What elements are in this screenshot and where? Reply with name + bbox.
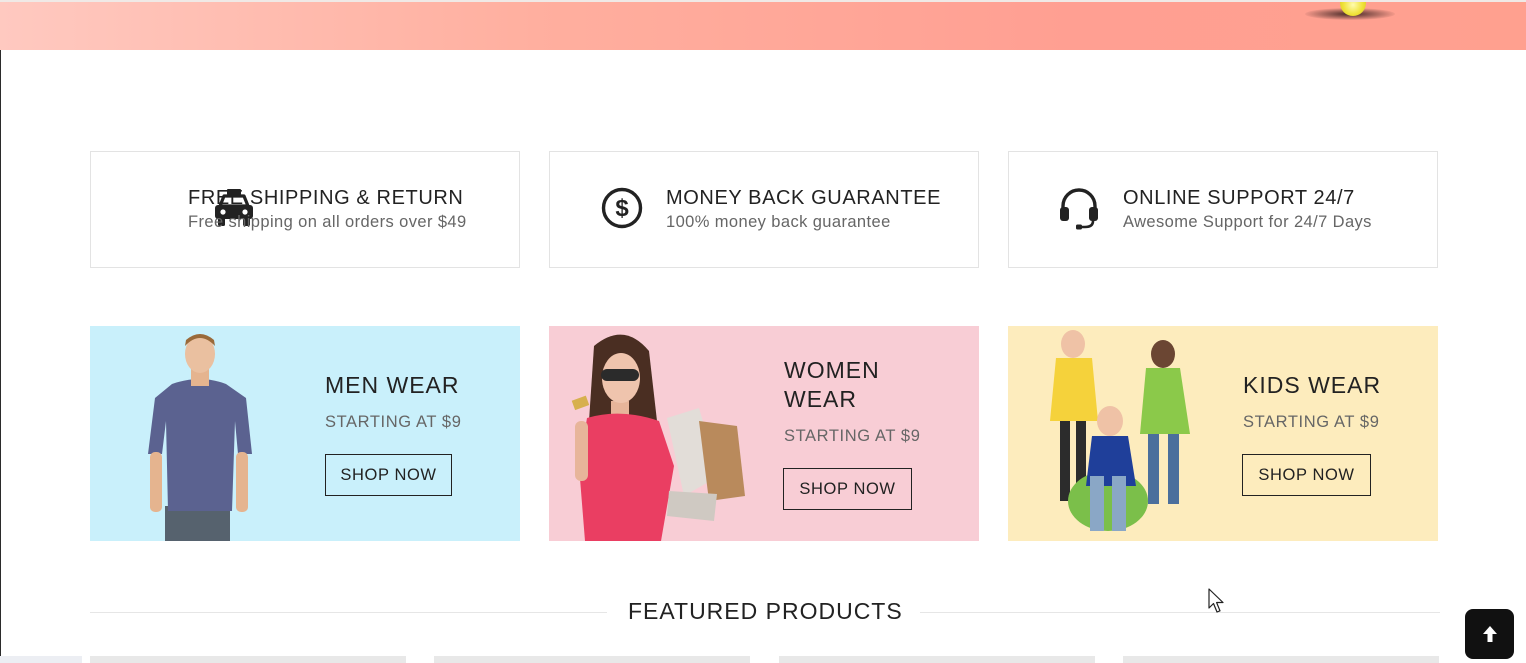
featured-products-heading: FEATURED PRODUCTS: [628, 598, 903, 624]
mouse-cursor-icon: [1208, 588, 1224, 613]
women-shop-now-button[interactable]: SHOP NOW: [783, 468, 912, 510]
banner-title: KIDS WEAR: [1243, 372, 1382, 398]
divider-right: [920, 612, 1440, 613]
banner-title: MEN WEAR: [325, 372, 460, 398]
arrow-up-icon: [1482, 626, 1497, 642]
feature-subtitle: Free shipping on all orders over $49: [188, 213, 467, 231]
product-card[interactable]: [0, 656, 82, 663]
product-card[interactable]: [1123, 656, 1439, 663]
hero-banner-strip: [0, 0, 1526, 50]
feature-title: FREE SHIPPING & RETURN: [188, 187, 464, 209]
feature-title: ONLINE SUPPORT 24/7: [1123, 187, 1355, 209]
product-card[interactable]: [434, 656, 750, 663]
banner-title: WOMEN WEAR: [784, 357, 880, 412]
feature-online-support: ONLINE SUPPORT 24/7 Awesome Support for …: [1008, 151, 1438, 268]
banner-price: STARTING AT $9: [784, 427, 921, 445]
kids-model-image: [1050, 330, 1190, 531]
kids-shop-now-button[interactable]: SHOP NOW: [1242, 454, 1371, 496]
product-card[interactable]: [90, 656, 406, 663]
divider-left: [90, 612, 607, 613]
product-card[interactable]: [779, 656, 1095, 663]
banner-kids-wear[interactable]: KIDS WEAR STARTING AT $9 SHOP NOW: [1008, 326, 1438, 541]
banner-price: STARTING AT $9: [325, 413, 462, 431]
feature-title: MONEY BACK GUARANTEE: [666, 187, 942, 209]
men-shop-now-button[interactable]: SHOP NOW: [325, 454, 452, 496]
feature-subtitle: 100% money back guarantee: [666, 213, 891, 231]
left-edge-rule: [0, 50, 1, 663]
svg-text:$: $: [615, 195, 629, 222]
women-model-image: [571, 334, 745, 541]
men-model-image: [148, 334, 252, 541]
headset-icon: [1056, 185, 1102, 231]
banner-price: STARTING AT $9: [1243, 413, 1380, 431]
feature-subtitle: Awesome Support for 24/7 Days: [1123, 213, 1372, 231]
dollar-circle-icon: $: [599, 185, 645, 231]
banner-men-wear[interactable]: MEN WEAR STARTING AT $9 SHOP NOW: [90, 326, 520, 541]
feature-free-shipping: FREE SHIPPING & RETURN Free shipping on …: [90, 151, 520, 268]
banner-women-wear[interactable]: WOMEN WEAR STARTING AT $9 SHOP NOW: [549, 326, 979, 541]
scroll-to-top-button[interactable]: [1465, 609, 1514, 659]
feature-money-back: $ MONEY BACK GUARANTEE 100% money back g…: [549, 151, 979, 268]
